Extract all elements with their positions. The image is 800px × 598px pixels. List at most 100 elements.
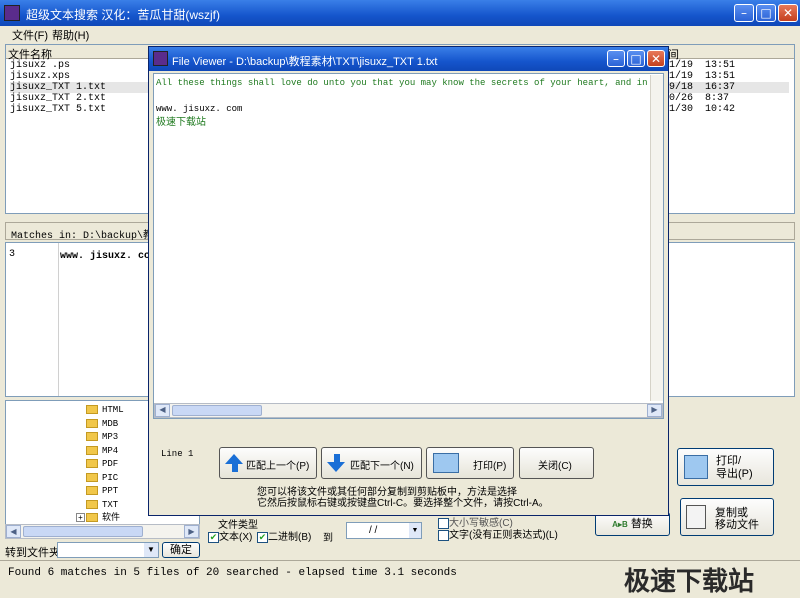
goto-folder-select[interactable]: ▼	[57, 542, 159, 558]
tree-item[interactable]: PIC	[86, 472, 124, 486]
folder-icon	[86, 432, 98, 442]
viewer-title: File Viewer - D:\backup\教程素材\TXT\jisuxz_…	[172, 56, 438, 68]
file-date: 9/18	[669, 82, 694, 93]
printer-icon	[433, 453, 459, 473]
app-icon	[4, 5, 20, 21]
folder-icon	[86, 459, 98, 469]
minimize-button[interactable]: –	[734, 4, 754, 22]
match-prev-button[interactable]: 匹配上一个(P)	[219, 447, 317, 479]
table-row[interactable]: jisuxz.xps	[10, 71, 150, 82]
file-time: 16:37	[705, 82, 736, 93]
table-row[interactable]: jisuxz_TXT 1.txt	[10, 82, 150, 93]
file-time: 13:51	[705, 71, 736, 82]
print-label: 打印/	[716, 455, 742, 467]
match-prev-label: 匹配上一个(P)	[246, 461, 310, 472]
close-viewer-button[interactable]: 关闭(C)	[519, 447, 594, 479]
file-names-column: jisuxz .ps jisuxz.xps jisuxz_TXT 1.txt j…	[10, 60, 150, 115]
chevron-down-icon[interactable]: ▼	[144, 543, 158, 557]
scroll-thumb[interactable]	[23, 526, 143, 537]
status-bar: Found 6 matches in 5 files of 20 searche…	[0, 560, 800, 596]
file-date: 1/30	[669, 104, 694, 115]
checkbox[interactable]: ✔	[208, 531, 219, 543]
viewer-title-bar[interactable]: File Viewer - D:\backup\教程素材\TXT\jisuxz_…	[149, 47, 668, 71]
tree-item[interactable]: TXT	[86, 499, 124, 513]
viewer-text-area[interactable]: All these things shall love do unto you …	[153, 73, 664, 419]
tree-item[interactable]: PDF	[86, 458, 124, 472]
text-option[interactable]: ✔ 文本(X)	[208, 528, 252, 543]
viewer-content: All these things shall love do unto you …	[156, 77, 664, 129]
close-button[interactable]: ✕	[778, 4, 798, 22]
close-label: 关闭(C)	[538, 461, 572, 472]
replace-icon: A▸B	[612, 520, 628, 529]
menu-help[interactable]: 帮助(H)	[52, 27, 89, 43]
table-row[interactable]: jisuxz_TXT 5.txt	[10, 104, 150, 115]
scroll-left-button[interactable]: ◀	[6, 525, 21, 538]
print-label: 打印(P)	[473, 461, 507, 472]
date-field[interactable]: / / ▼	[346, 522, 422, 539]
table-row[interactable]: jisuxz .ps	[10, 60, 150, 71]
print-button[interactable]: 打印(P)	[426, 447, 514, 479]
export-label: 导出(P)	[716, 468, 753, 480]
copy-label: 复制或	[715, 507, 748, 519]
print-export-button[interactable]: 打印/ 导出(P)	[677, 448, 774, 486]
menu-bar: 文件(F) 帮助(H)	[0, 26, 800, 44]
maximize-button[interactable]: □	[756, 4, 776, 22]
status-text: Found 6 matches in 5 files of 20 searche…	[8, 567, 457, 579]
viewer-close-button[interactable]: ✕	[647, 50, 665, 67]
match-line-number: 3	[9, 249, 16, 260]
file-date: 1/19	[669, 71, 694, 82]
tree-item[interactable]: MP4	[86, 445, 124, 459]
to-label: 到	[323, 533, 333, 544]
copy-file-icon	[686, 505, 706, 529]
table-row[interactable]: jisuxz_TXT 2.txt	[10, 93, 150, 104]
viewer-hint: 您可以将该文件或其任何部分复制到剪贴板中，方法是选择 它然后按鼠标右键或按键盘C…	[257, 487, 549, 509]
arrow-down-icon	[327, 462, 345, 472]
tree-item[interactable]: MDB	[86, 418, 124, 432]
folder-icon	[86, 418, 98, 428]
tree-item[interactable]: PPT	[86, 485, 124, 499]
confirm-button[interactable]: 确定	[162, 542, 200, 558]
date-value: / /	[369, 525, 378, 536]
file-times-column: 1/19 13:51 1/19 13:51 9/18 16:37 0/26 8:…	[669, 60, 789, 115]
file-time: 10:42	[705, 104, 736, 115]
scroll-right-button[interactable]: ▶	[184, 525, 199, 538]
text-line: All these things shall love do unto you …	[156, 78, 664, 88]
scroll-left-button[interactable]: ◀	[155, 404, 170, 417]
match-next-label: 匹配下一个(N)	[350, 461, 414, 472]
scroll-right-button[interactable]: ▶	[647, 404, 662, 417]
word-option[interactable]: 文字(没有正则表达式)(L)	[438, 526, 558, 541]
viewer-minimize-button[interactable]: –	[607, 50, 625, 67]
copy-move-button[interactable]: 复制或 移动文件	[680, 498, 774, 536]
file-viewer-dialog[interactable]: File Viewer - D:\backup\教程素材\TXT\jisuxz_…	[148, 46, 669, 516]
scroll-thumb[interactable]	[172, 405, 262, 416]
folder-icon	[86, 513, 98, 523]
match-line-text[interactable]: www. jisuxz. com	[60, 251, 156, 262]
hint-line: 它然后按鼠标右键或按键盘Ctrl-C。要选择整个文件，请按Ctrl-A。	[257, 498, 549, 509]
chevron-down-icon[interactable]: ▼	[409, 523, 421, 538]
checkbox[interactable]: ✔	[257, 531, 268, 543]
hint-line: 您可以将该文件或其任何部分复制到剪贴板中，方法是选择	[257, 487, 517, 498]
match-next-button[interactable]: 匹配下一个(N)	[321, 447, 422, 479]
column-divider	[58, 243, 59, 396]
folder-list: HTML MDB MP3 MP4 PDF PIC PPT TXT 软件	[86, 404, 124, 526]
folder-icon	[86, 472, 98, 482]
checkbox[interactable]	[438, 529, 449, 541]
file-time: 8:37	[705, 93, 730, 104]
menu-file[interactable]: 文件(F)	[12, 27, 48, 43]
viewer-maximize-button[interactable]: □	[627, 50, 645, 67]
binary-option[interactable]: ✔ 二进制(B)	[257, 528, 311, 543]
printer-icon	[684, 455, 708, 479]
folder-icon	[86, 445, 98, 455]
tree-item[interactable]: MP3	[86, 431, 124, 445]
viewer-app-icon	[153, 51, 168, 66]
main-title-bar[interactable]: 超级文本搜索 汉化：苦瓜甘甜(wszjf) – □ ✕	[0, 0, 800, 26]
matches-header: Matches in: D:\backup\教	[11, 231, 154, 242]
text-line: www. jisuxz. com	[156, 104, 243, 114]
viewer-vscrollbar[interactable]	[650, 75, 663, 401]
goto-folder-label: 转到文件夹	[5, 547, 60, 559]
viewer-hscrollbar[interactable]: ◀ ▶	[154, 403, 663, 418]
text-line	[156, 90, 663, 103]
tree-hscrollbar[interactable]: ◀ ▶	[5, 524, 200, 539]
expand-icon[interactable]: +	[76, 513, 85, 522]
tree-item[interactable]: HTML	[86, 404, 124, 418]
